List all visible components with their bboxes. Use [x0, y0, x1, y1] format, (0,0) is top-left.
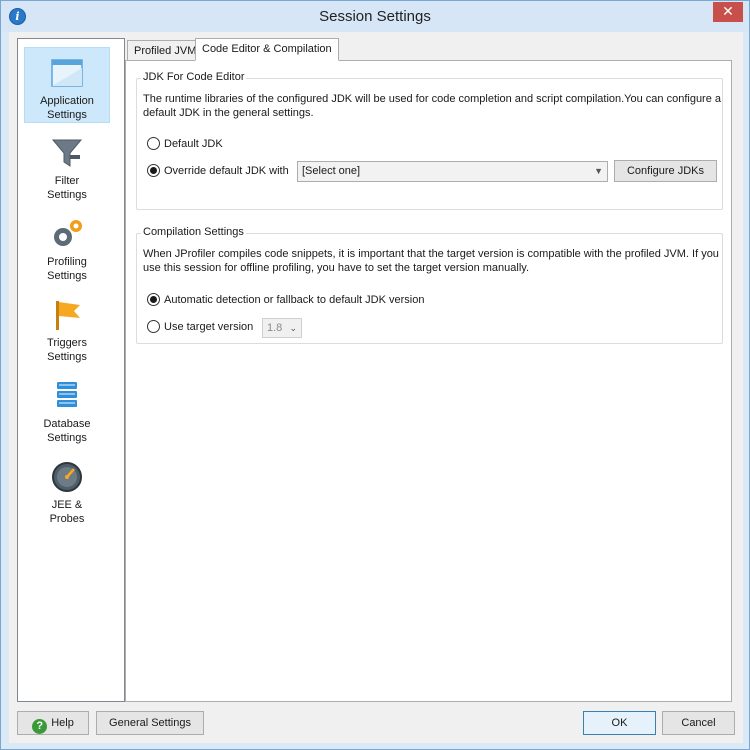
ok-button[interactable]: OK: [583, 711, 656, 735]
dialog-body: Application Settings Filter Settings Pro…: [9, 32, 743, 743]
session-settings-window: i Session Settings ✕ Application Setting…: [0, 0, 750, 750]
window-title: Session Settings: [319, 8, 431, 25]
chevron-down-icon: ▼: [594, 166, 603, 176]
sidebar-item-profiling-settings[interactable]: Profiling Settings: [24, 209, 110, 285]
tab-profiled-jvm[interactable]: Profiled JVM: [127, 40, 204, 62]
gauge-icon: [52, 462, 82, 492]
chevron-down-icon: ⌄: [289, 323, 297, 333]
override-jdk-radio[interactable]: Override default JDK with: [147, 164, 289, 177]
sidebar-label: Probes: [49, 513, 85, 525]
title-bar[interactable]: i Session Settings ✕: [1, 1, 749, 32]
radio-button[interactable]: [147, 137, 160, 150]
cancel-button[interactable]: Cancel: [662, 711, 735, 735]
sidebar-label: Settings: [47, 189, 87, 201]
help-icon: ?: [32, 719, 48, 734]
sidebar-label: Settings: [47, 432, 87, 444]
description-line: When JProfiler compiles code snippets, i…: [143, 248, 719, 260]
select-value: 1.8: [267, 322, 283, 334]
use-target-version-radio[interactable]: Use target version: [147, 320, 253, 333]
radio-button[interactable]: [147, 164, 160, 177]
compilation-description: When JProfiler compiles code snippets, i…: [143, 247, 721, 275]
compilation-settings-group: Compilation Settings When JProfiler comp…: [136, 226, 723, 344]
sidebar-label: Settings: [47, 270, 87, 282]
help-button[interactable]: ? Help: [17, 711, 89, 735]
tab-code-editor-compilation[interactable]: Code Editor & Compilation: [195, 38, 339, 61]
target-version-select[interactable]: 1.8 ⌄: [262, 318, 302, 338]
select-value: [Select one]: [302, 165, 361, 177]
configure-jdks-button[interactable]: Configure JDKs: [614, 160, 717, 182]
button-label: Help: [51, 717, 74, 729]
description-line: default JDK in the general settings.: [143, 107, 314, 119]
sidebar-label: Filter: [54, 175, 80, 187]
description-line: The runtime libraries of the configured …: [143, 93, 722, 105]
sidebar-label: Settings: [47, 351, 87, 363]
flag-icon: [56, 301, 80, 330]
radio-label: Use target version: [164, 320, 254, 333]
filter-funnel-icon: [51, 139, 83, 167]
sidebar-item-application-settings[interactable]: Application Settings: [24, 47, 110, 123]
jdk-select[interactable]: [Select one] ▼: [297, 161, 608, 182]
sidebar-label: JEE &: [51, 499, 83, 511]
sidebar-item-database-settings[interactable]: Database Settings: [24, 371, 110, 447]
sidebar-label: Profiling: [47, 256, 87, 268]
radio-button[interactable]: [147, 293, 160, 306]
jdk-for-code-editor-group: JDK For Code Editor The runtime librarie…: [136, 71, 723, 210]
tab-content-panel: JDK For Code Editor The runtime librarie…: [125, 60, 732, 702]
sidebar-item-filter-settings[interactable]: Filter Settings: [24, 128, 110, 204]
gears-icon: [54, 220, 82, 246]
jdk-description: The runtime libraries of the configured …: [143, 92, 721, 120]
default-jdk-radio[interactable]: Default JDK: [147, 137, 223, 150]
application-window-icon: [51, 59, 83, 87]
sidebar-item-triggers-settings[interactable]: Triggers Settings: [24, 290, 110, 366]
database-icon: [57, 382, 77, 407]
sidebar-label: Application: [40, 95, 94, 107]
radio-label: Automatic detection or fallback to defau…: [164, 293, 425, 306]
group-title: Compilation Settings: [141, 226, 246, 238]
settings-sidebar: Application Settings Filter Settings Pro…: [17, 38, 125, 702]
general-settings-button[interactable]: General Settings: [96, 711, 204, 735]
sidebar-label: Triggers: [47, 337, 87, 349]
sidebar-item-jee-probes[interactable]: JEE & Probes: [24, 452, 110, 528]
radio-button[interactable]: [147, 320, 160, 333]
radio-label: Default JDK: [164, 137, 223, 150]
sidebar-label: Database: [43, 418, 91, 430]
description-line: use this session for offline profiling, …: [143, 262, 530, 274]
automatic-detection-radio[interactable]: Automatic detection or fallback to defau…: [147, 293, 424, 306]
sidebar-label: Settings: [47, 109, 87, 121]
radio-label: Override default JDK with: [164, 164, 289, 177]
group-title: JDK For Code Editor: [141, 71, 247, 83]
close-button[interactable]: ✕: [713, 2, 743, 22]
